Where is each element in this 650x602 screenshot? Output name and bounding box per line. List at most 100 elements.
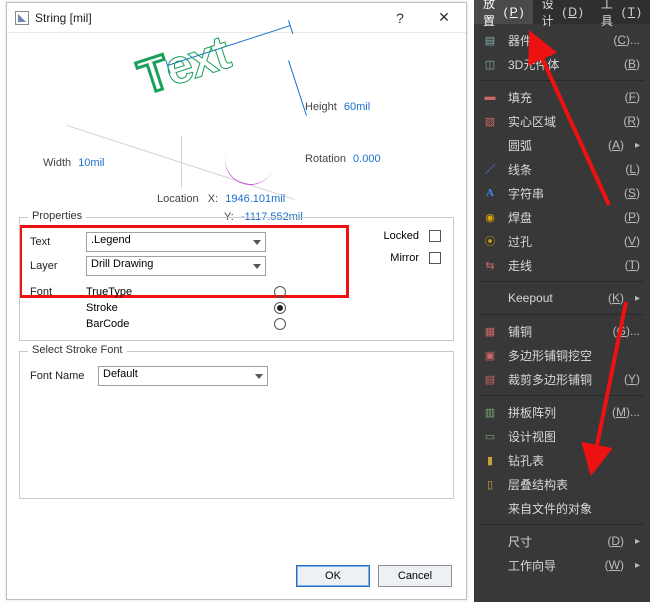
- menu-item[interactable]: ▣多边形铺铜挖空: [474, 343, 650, 367]
- help-button[interactable]: ?: [378, 3, 422, 33]
- menu-item[interactable]: ▦ 铺铜 (G)...: [474, 319, 650, 343]
- menu-item[interactable]: ▧实心区域(R): [474, 109, 650, 133]
- close-button[interactable]: ✕: [422, 3, 466, 33]
- line-icon: ／: [482, 161, 498, 177]
- menu-separator: [480, 80, 644, 81]
- menu-item[interactable]: ▥拼板阵列(M)...: [474, 400, 650, 424]
- rotation-arc: [218, 128, 282, 192]
- place-menu-panel: 放置 (P) 设计 (D) 工具 (T) ▤器件(C)... ◫ 3D元件体 (B) ▬…: [474, 0, 650, 602]
- menu-item[interactable]: ⦿过孔(V): [474, 229, 650, 253]
- menu-place[interactable]: 放置 (P): [474, 0, 533, 24]
- menu-item-label: Keepout: [508, 291, 598, 305]
- menu-item-label: 裁剪多边形铺铜: [508, 371, 614, 388]
- properties-group: Properties Text .Legend Layer Drill Draw…: [19, 217, 454, 341]
- menu-item-label: 拼板阵列: [508, 404, 602, 421]
- menubar: 放置 (P) 设计 (D) 工具 (T): [474, 0, 650, 24]
- menu-item-accel: (F): [625, 90, 640, 104]
- menu-item[interactable]: ▭设计视图: [474, 424, 650, 448]
- text-combo[interactable]: .Legend: [86, 232, 266, 252]
- height-label: Height 60mil: [305, 101, 370, 113]
- menu-item-accel: (T): [625, 258, 640, 272]
- menu-item-label: 设计视图: [508, 428, 630, 445]
- text-label: Text: [30, 236, 80, 248]
- menu-item-label: 器件: [508, 32, 603, 49]
- menu-design[interactable]: 设计 (D): [533, 0, 592, 24]
- menu-item-accel: (Y): [624, 372, 640, 386]
- menu-separator: [480, 314, 644, 315]
- menu-item-accel: (P): [624, 210, 640, 224]
- menu-item[interactable]: ▮ 钻孔表: [474, 448, 650, 472]
- font-stroke-radio[interactable]: [274, 302, 286, 314]
- font-truetype-radio[interactable]: [274, 286, 286, 298]
- menu-item[interactable]: A字符串(S): [474, 181, 650, 205]
- ok-button[interactable]: OK: [296, 565, 370, 587]
- font-barcode-radio[interactable]: [274, 318, 286, 330]
- menu-item[interactable]: ▬ 填充 (F): [474, 85, 650, 109]
- blank-icon: [482, 533, 498, 549]
- place-menu-list: ▤器件(C)...◫3D元件体(B)▬填充(F)▧实心区域(R)圆弧(A)▸／线…: [474, 24, 650, 581]
- route-icon: ⇆: [482, 257, 498, 273]
- menu-item-label: 圆弧: [508, 137, 598, 154]
- menu-item[interactable]: ◫ 3D元件体 (B): [474, 52, 650, 76]
- font-label: Font: [30, 286, 80, 298]
- menu-item-accel: (B): [624, 57, 640, 71]
- menu-item-label: 铺铜: [508, 323, 603, 340]
- layer-combo[interactable]: Drill Drawing: [86, 256, 266, 276]
- width-value[interactable]: 10mil: [78, 157, 104, 169]
- menu-item-label: 实心区域: [508, 113, 613, 130]
- menu-separator: [480, 281, 644, 282]
- stroke-font-group: Select Stroke Font Font Name Default: [19, 351, 454, 499]
- menu-item[interactable]: 来自文件的对象: [474, 496, 650, 520]
- menu-item-accel: (G)...: [613, 324, 640, 338]
- menu-item[interactable]: 圆弧(A)▸: [474, 133, 650, 157]
- cube-icon: ◫: [482, 56, 498, 72]
- location-x-value[interactable]: 1946.101mil: [225, 193, 285, 205]
- menu-item-label: 字符串: [508, 185, 614, 202]
- titlebar[interactable]: String [mil] ? ✕: [7, 3, 466, 33]
- mirror-checkbox[interactable]: [429, 252, 441, 264]
- menu-item-label: 层叠结构表: [508, 476, 630, 493]
- cancel-button[interactable]: Cancel: [378, 565, 452, 587]
- menu-item[interactable]: ◉焊盘(P): [474, 205, 650, 229]
- height-value[interactable]: 60mil: [344, 101, 370, 113]
- font-stroke-label: Stroke: [86, 302, 206, 314]
- via-icon: ⦿: [482, 233, 498, 249]
- properties-title: Properties: [28, 210, 86, 222]
- menu-item[interactable]: ⇆走线(T): [474, 253, 650, 277]
- fill-icon: ▬: [482, 89, 498, 105]
- menu-item[interactable]: ／ 线条 (L): [474, 157, 650, 181]
- menu-item-label: 填充: [508, 89, 615, 106]
- menu-item-accel: (V): [624, 234, 640, 248]
- menu-item-accel: (R): [623, 114, 640, 128]
- menu-item[interactable]: 工作向导(W)▸: [474, 553, 650, 577]
- menu-item-label: 工作向导: [508, 557, 595, 574]
- string-preview: Text Height 60mil Width 10mil Rotation 0…: [19, 41, 454, 211]
- preview-text: Text: [132, 26, 235, 106]
- fontname-combo[interactable]: Default: [98, 366, 268, 386]
- menu-item-label: 3D元件体: [508, 56, 614, 73]
- menu-item[interactable]: ▤器件(C)...: [474, 28, 650, 52]
- menu-item-label: 钻孔表: [508, 452, 630, 469]
- menu-item[interactable]: Keepout(K)▸: [474, 286, 650, 310]
- menu-item-accel: (K): [608, 291, 624, 305]
- menu-item-label: 焊盘: [508, 209, 614, 226]
- menu-item-accel: (A): [608, 138, 624, 152]
- menu-item[interactable]: ▤ 裁剪多边形铺铜 (Y): [474, 367, 650, 391]
- menu-item-label: 线条: [508, 161, 615, 178]
- poly-icon: ▦: [482, 323, 498, 339]
- window-title: String [mil]: [35, 11, 92, 25]
- menu-item-label: 多边形铺铜挖空: [508, 347, 630, 364]
- menu-separator: [480, 524, 644, 525]
- fontname-label: Font Name: [30, 370, 92, 382]
- rotation-value[interactable]: 0.000: [353, 153, 381, 165]
- menu-item[interactable]: 尺寸(D)▸: [474, 529, 650, 553]
- menu-item-accel: (L): [625, 162, 640, 176]
- menu-tools[interactable]: 工具 (T): [592, 0, 650, 24]
- menu-item[interactable]: ▯层叠结构表: [474, 472, 650, 496]
- drill-icon: ▮: [482, 452, 498, 468]
- blank-icon: [482, 137, 498, 153]
- polyclip-icon: ▤: [482, 371, 498, 387]
- locked-checkbox[interactable]: [429, 230, 441, 242]
- menu-item-accel: (W): [605, 558, 624, 572]
- rotation-label: Rotation 0.000: [305, 153, 381, 165]
